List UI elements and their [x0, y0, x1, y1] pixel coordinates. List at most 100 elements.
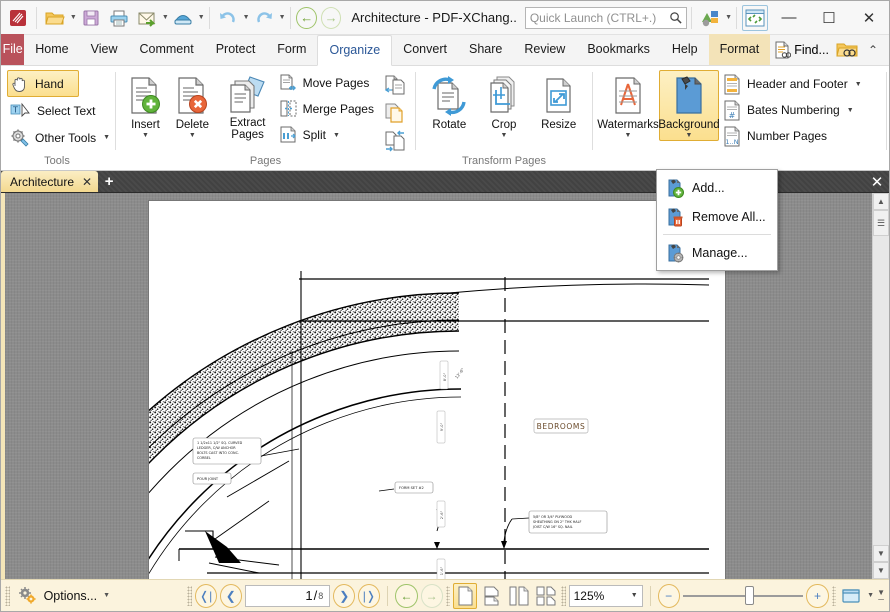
- watermarks-button[interactable]: Watermarks ▼: [597, 70, 659, 141]
- chevron-down-icon[interactable]: ▼: [631, 592, 638, 599]
- ribbon-tab-help[interactable]: Help: [661, 34, 709, 65]
- find-button[interactable]: Find...: [770, 41, 833, 59]
- toolbar-grip[interactable]: [187, 585, 192, 606]
- ribbon-tab-review[interactable]: Review: [513, 34, 576, 65]
- move-pages-button[interactable]: Move Pages: [275, 70, 379, 96]
- toolbar-grip[interactable]: [445, 585, 451, 606]
- document-tab-architecture[interactable]: Architecture ✕: [1, 171, 99, 192]
- swap-pages-button[interactable]: [381, 128, 409, 154]
- tool-hand-button[interactable]: Hand: [7, 70, 79, 97]
- number-pages-button[interactable]: 1..N Number Pages: [719, 123, 832, 149]
- fullscreen-icon[interactable]: [741, 4, 768, 31]
- crop-pages-button[interactable]: Crop ▼: [477, 70, 532, 141]
- maximize-button[interactable]: ☐: [809, 2, 849, 34]
- zoom-slider-knob[interactable]: [744, 586, 754, 605]
- ribbon-tab-protect[interactable]: Protect: [205, 34, 267, 65]
- two-page-view-button[interactable]: [507, 583, 531, 609]
- chevron-down-icon[interactable]: ▼: [189, 132, 196, 140]
- merge-pages-button[interactable]: Merge Pages: [275, 96, 379, 122]
- continuous-view-button[interactable]: [480, 583, 504, 609]
- next-page-button[interactable]: ❯: [333, 583, 356, 608]
- tool-other-tools-button[interactable]: Other Tools ▼: [7, 124, 115, 151]
- close-document-button[interactable]: ✕: [865, 171, 889, 192]
- last-page-button[interactable]: |❭: [358, 583, 381, 608]
- split-pages-button[interactable]: Split ▼: [275, 122, 379, 148]
- single-page-view-button[interactable]: [453, 582, 478, 609]
- copy-pages-button[interactable]: [381, 72, 409, 98]
- chevron-down-icon[interactable]: ▼: [625, 132, 632, 140]
- ribbon-tab-share[interactable]: Share: [458, 34, 513, 65]
- email-icon[interactable]: [134, 5, 160, 31]
- rotate-pages-button[interactable]: Rotate: [422, 70, 477, 132]
- plugins-icon[interactable]: [697, 5, 723, 31]
- quick-launch-input[interactable]: Quick Launch (CTRL+.): [524, 6, 688, 29]
- tool-select-text-button[interactable]: T Select Text: [7, 97, 100, 124]
- toolbar-grip[interactable]: [5, 585, 10, 606]
- ribbon-tab-comment[interactable]: Comment: [129, 34, 205, 65]
- insert-pages-button[interactable]: Insert ▼: [122, 70, 169, 141]
- background-button[interactable]: Background ▼: [658, 70, 720, 141]
- previous-page-button[interactable]: ❮: [219, 583, 242, 608]
- scan-icon[interactable]: [170, 5, 196, 31]
- delete-pages-button[interactable]: Delete ▼: [169, 70, 216, 141]
- minimize-button[interactable]: —: [769, 2, 809, 34]
- ribbon-tab-file[interactable]: File: [1, 34, 25, 65]
- plugins-dropdown-caret[interactable]: ▼: [725, 14, 732, 21]
- toolbar-grip[interactable]: [561, 585, 566, 606]
- redo-dropdown-caret[interactable]: ▼: [279, 14, 286, 21]
- options-button[interactable]: Options... ▼: [13, 586, 114, 606]
- close-icon[interactable]: ✕: [82, 175, 92, 189]
- menu-item-manage[interactable]: Manage...: [657, 238, 777, 267]
- replace-pages-button[interactable]: [381, 100, 409, 126]
- first-page-button[interactable]: ❬|: [194, 583, 217, 608]
- zoom-level-select[interactable]: 125% ▼: [568, 584, 643, 607]
- chevron-down-icon[interactable]: ▼: [103, 592, 110, 599]
- scroll-page-down-button[interactable]: ▼: [873, 562, 889, 579]
- extract-pages-button[interactable]: Extract Pages: [225, 70, 271, 142]
- scan-dropdown-caret[interactable]: ▼: [198, 14, 205, 21]
- chevron-down-icon[interactable]: ▼: [501, 132, 508, 140]
- ribbon-tab-convert[interactable]: Convert: [392, 34, 458, 65]
- menu-item-add[interactable]: Add...: [657, 173, 777, 202]
- chevron-down-icon[interactable]: ▼: [855, 81, 862, 88]
- ribbon-tab-organize[interactable]: Organize: [317, 35, 393, 66]
- resize-pages-button[interactable]: Resize: [531, 70, 586, 132]
- ribbon-tab-view[interactable]: View: [80, 34, 129, 65]
- print-icon[interactable]: [106, 5, 132, 31]
- page-number-input[interactable]: 1/8: [244, 584, 331, 607]
- close-button[interactable]: ✕: [849, 2, 889, 34]
- next-view-button[interactable]: →: [420, 583, 443, 608]
- scroll-up-button[interactable]: ▲: [873, 193, 889, 210]
- chevron-down-icon[interactable]: ▼: [686, 132, 693, 140]
- nav-back-button[interactable]: ←: [296, 6, 317, 29]
- save-icon[interactable]: [78, 5, 104, 31]
- vertical-scrollbar[interactable]: ▲ ☰ ▼ ▼: [872, 193, 889, 579]
- collapse-ribbon-button[interactable]: ⌃: [861, 43, 885, 57]
- app-logo-icon[interactable]: [5, 5, 31, 31]
- redo-icon[interactable]: [251, 5, 277, 31]
- zoom-slider[interactable]: [682, 585, 804, 607]
- statusbar-more-button[interactable]: ▼ ─: [877, 588, 885, 603]
- chevron-down-icon[interactable]: ▼: [142, 132, 149, 140]
- scrollbar-track[interactable]: [873, 236, 889, 545]
- ribbon-tab-bookmarks[interactable]: Bookmarks: [576, 34, 661, 65]
- header-and-footer-button[interactable]: Header and Footer ▼: [719, 71, 867, 97]
- scrollbar-thumb[interactable]: ☰: [873, 210, 889, 236]
- ribbon-tab-form[interactable]: Form: [266, 34, 317, 65]
- undo-dropdown-caret[interactable]: ▼: [243, 14, 250, 21]
- pdf-page[interactable]: 8'-0" 9'-0" 2'-6" 1'-6" 12'-6" 1 1/2x11 …: [149, 201, 725, 579]
- two-page-continuous-view-button[interactable]: [534, 583, 558, 609]
- new-tab-button[interactable]: +: [98, 171, 120, 192]
- nav-forward-button[interactable]: →: [320, 6, 342, 29]
- menu-item-remove-all[interactable]: Remove All...: [657, 202, 777, 231]
- chevron-down-icon[interactable]: ▼: [847, 107, 854, 114]
- chevron-down-icon[interactable]: ▼: [103, 134, 110, 141]
- email-dropdown-caret[interactable]: ▼: [162, 14, 169, 21]
- scroll-down-button[interactable]: ▼: [873, 545, 889, 562]
- zoom-in-button[interactable]: +: [806, 583, 829, 608]
- fit-page-button[interactable]: [839, 583, 863, 609]
- chevron-down-icon[interactable]: ▼: [867, 592, 874, 599]
- ribbon-tab-format[interactable]: Format: [708, 34, 771, 65]
- toolbar-grip[interactable]: [831, 585, 837, 606]
- zoom-out-button[interactable]: −: [657, 583, 680, 608]
